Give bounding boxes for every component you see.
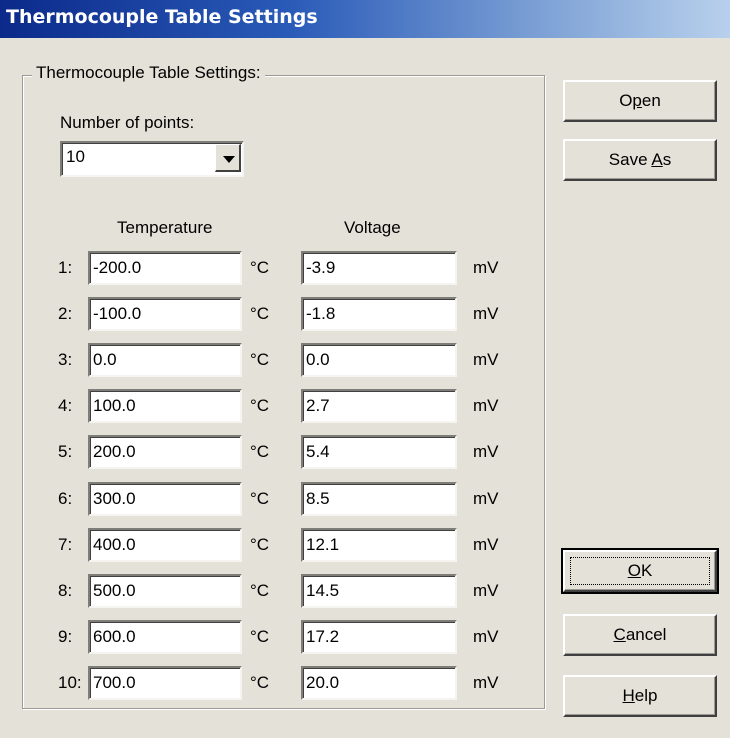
voltage-input[interactable]: 20.0: [301, 666, 457, 700]
help-button[interactable]: Help: [563, 675, 717, 717]
temperature-input[interactable]: 100.0: [88, 389, 242, 423]
row-number: 3:: [58, 350, 73, 369]
save-as-button-label: Save As: [608, 150, 672, 169]
voltage-unit: mV: [473, 581, 499, 600]
temperature-unit: °C: [250, 304, 270, 323]
temperature-unit: °C: [250, 350, 270, 369]
voltage-input[interactable]: 17.2: [301, 620, 457, 654]
voltage-unit: mV: [473, 350, 499, 369]
temperature-input[interactable]: 700.0: [88, 666, 242, 700]
temperature-input[interactable]: 600.0: [88, 620, 242, 654]
thermocouple-dialog: Thermocouple Table Settings Thermocouple…: [0, 0, 730, 738]
cancel-button[interactable]: Cancel: [563, 614, 717, 656]
temperature-unit: °C: [250, 258, 270, 277]
focus-rect: [570, 557, 710, 585]
voltage-input[interactable]: -3.9: [301, 251, 457, 285]
row-number: 2:: [58, 304, 73, 323]
save-as-button[interactable]: Save As: [563, 139, 717, 181]
title-bar[interactable]: Thermocouple Table Settings: [0, 0, 730, 38]
voltage-input[interactable]: 8.5: [301, 482, 457, 516]
temperature-input[interactable]: 500.0: [88, 574, 242, 608]
voltage-unit: mV: [473, 442, 499, 461]
voltage-unit: mV: [473, 627, 499, 646]
temperature-input[interactable]: 0.0: [88, 343, 242, 377]
voltage-input[interactable]: 12.1: [301, 528, 457, 562]
number-of-points-value: 10: [66, 147, 85, 166]
voltage-unit: mV: [473, 489, 499, 508]
temperature-input[interactable]: 400.0: [88, 528, 242, 562]
temperature-unit: °C: [250, 396, 270, 415]
ok-button[interactable]: OK: [561, 548, 719, 594]
voltage-column-header: Voltage: [344, 218, 401, 237]
row-number: 1:: [58, 258, 73, 277]
number-of-points-label: Number of points:: [60, 113, 195, 132]
chevron-down-icon: [223, 156, 235, 163]
temperature-input[interactable]: 300.0: [88, 482, 242, 516]
dropdown-button[interactable]: [215, 144, 241, 172]
voltage-input[interactable]: -1.8: [301, 297, 457, 331]
voltage-unit: mV: [473, 396, 499, 415]
row-number: 10:: [58, 673, 82, 692]
temperature-input[interactable]: -200.0: [88, 251, 242, 285]
row-number: 5:: [58, 442, 73, 461]
help-button-label: Help: [622, 686, 658, 705]
voltage-input[interactable]: 2.7: [301, 389, 457, 423]
group-legend: Thermocouple Table Settings:: [32, 63, 265, 83]
temperature-unit: °C: [250, 442, 270, 461]
voltage-input[interactable]: 14.5: [301, 574, 457, 608]
voltage-unit: mV: [473, 673, 499, 692]
number-of-points-select[interactable]: 10: [60, 141, 244, 177]
row-number: 9:: [58, 627, 73, 646]
open-button-label: Open: [619, 91, 661, 110]
voltage-unit: mV: [473, 535, 499, 554]
temperature-column-header: Temperature: [117, 218, 213, 237]
window-title: Thermocouple Table Settings: [6, 6, 318, 28]
voltage-unit: mV: [473, 258, 499, 277]
voltage-input[interactable]: 0.0: [301, 343, 457, 377]
voltage-unit: mV: [473, 304, 499, 323]
temperature-unit: °C: [250, 673, 270, 692]
temperature-unit: °C: [250, 535, 270, 554]
row-number: 8:: [58, 581, 73, 600]
row-number: 6:: [58, 489, 73, 508]
temperature-input[interactable]: 200.0: [88, 435, 242, 469]
temperature-unit: °C: [250, 627, 270, 646]
voltage-input[interactable]: 5.4: [301, 435, 457, 469]
temperature-unit: °C: [250, 489, 270, 508]
temperature-input[interactable]: -100.0: [88, 297, 242, 331]
temperature-unit: °C: [250, 581, 270, 600]
cancel-button-label: Cancel: [613, 625, 667, 644]
row-number: 4:: [58, 396, 73, 415]
row-number: 7:: [58, 535, 73, 554]
open-button[interactable]: Open: [563, 80, 717, 122]
